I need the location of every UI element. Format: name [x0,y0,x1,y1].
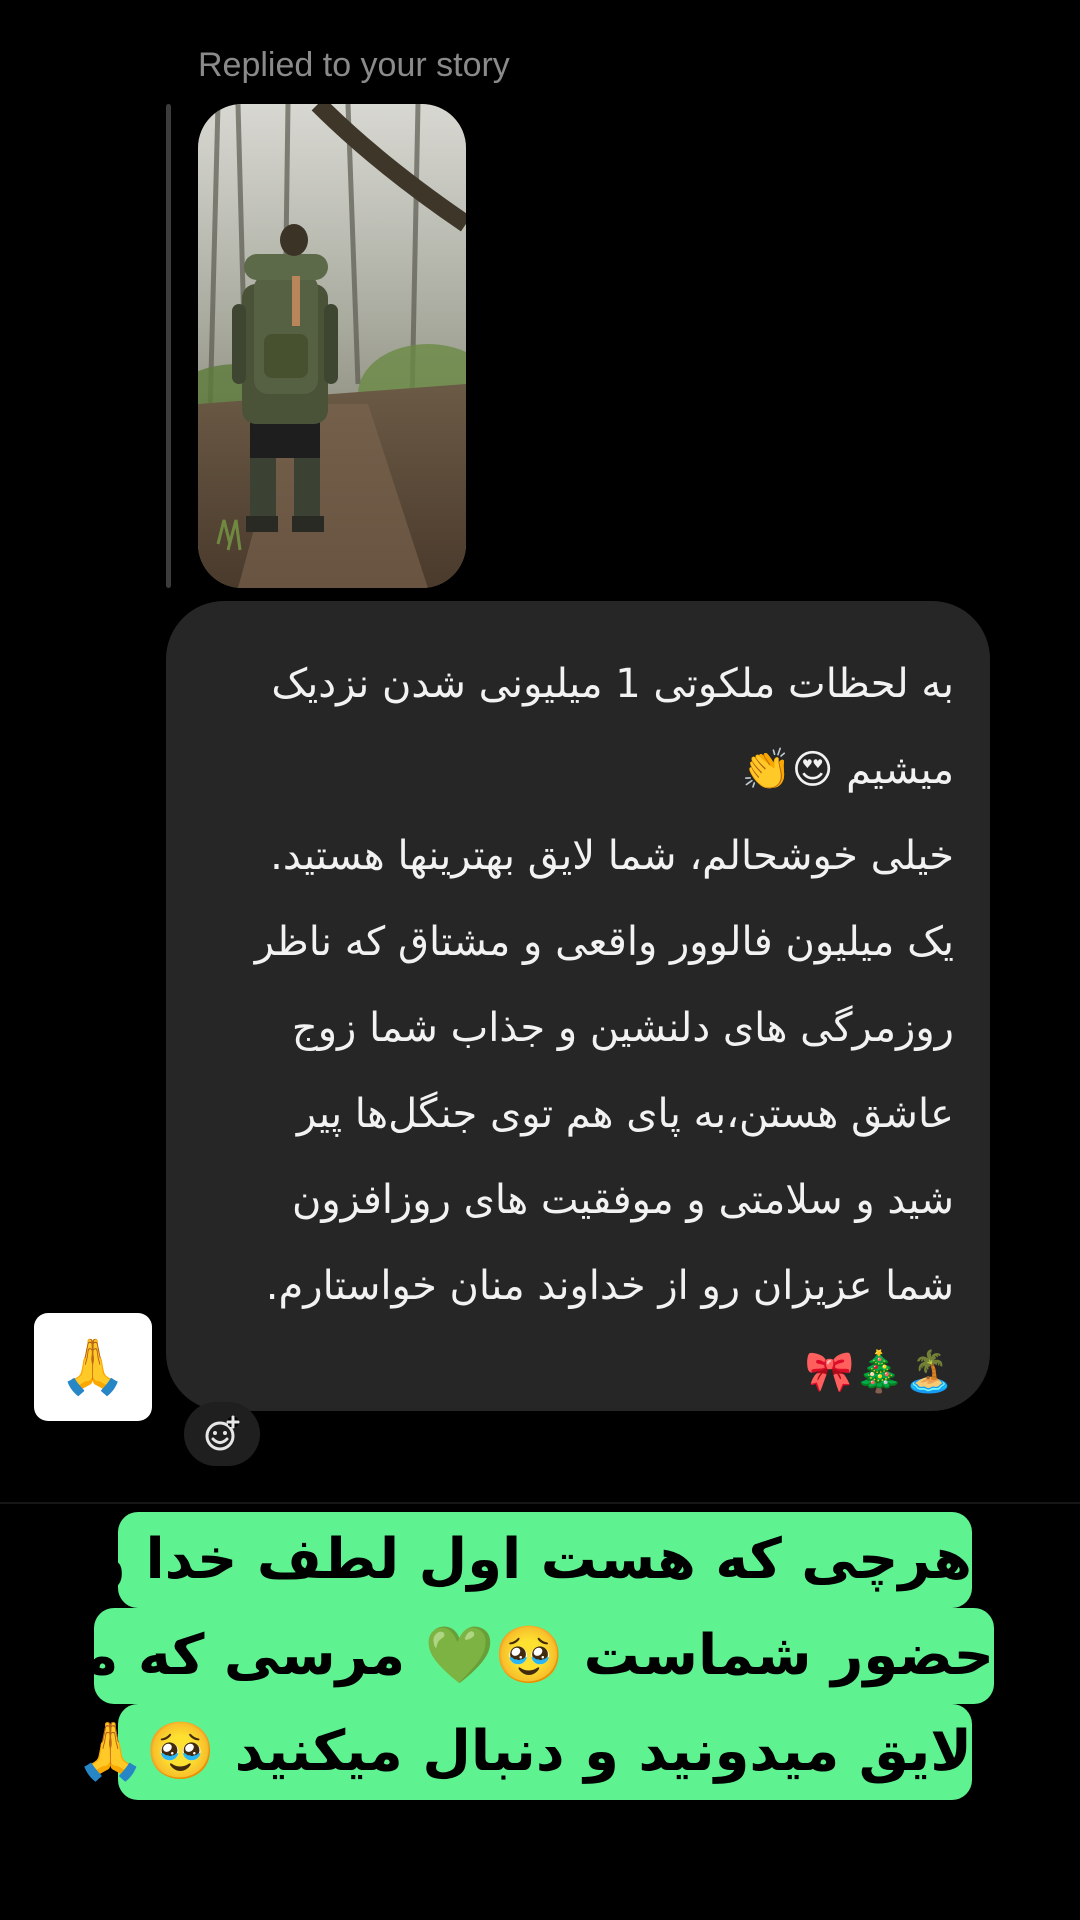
divider [0,1502,1080,1504]
dm-screen: Replied to your story به لحظات ملکوتی 1 … [0,0,1080,1920]
add-reaction-button[interactable] [184,1402,260,1466]
caption-line-3: لایق میدونید و دنبال میکنید 🥹🙏 [76,1704,972,1800]
story-caption: هرچی که هست اول لطف خدا و بعد حضور شماست… [0,1512,1080,1812]
caption-line-1: هرچی که هست اول لطف خدا و بعد [0,1512,972,1608]
message-bubble[interactable]: به لحظات ملکوتی 1 میلیونی شدن نزدیک میشی… [166,601,990,1411]
caption-line-2: حضور شماست 🥹💚 مرسی که ما رو [0,1608,994,1704]
message-text: به لحظات ملکوتی 1 میلیونی شدن نزدیک میشی… [254,661,954,1395]
forest-hiker-image [198,104,466,588]
smiley-add-icon [205,1415,240,1451]
quote-bar [166,104,171,588]
story-thumbnail[interactable] [198,104,466,588]
reaction-emoji[interactable]: 🙏 [34,1313,152,1421]
replied-to-story-label: Replied to your story [198,46,510,84]
